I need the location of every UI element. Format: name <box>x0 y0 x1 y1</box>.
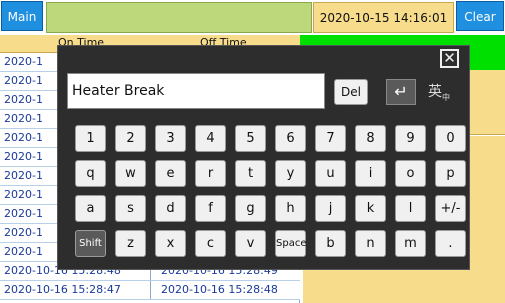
key-k[interactable]: k <box>355 195 386 222</box>
table-row[interactable]: 2020-10-16 15:28:47 2020-10-16 15:28:48 <box>0 281 300 300</box>
language-label: 英 <box>428 84 442 100</box>
key-e[interactable]: e <box>155 160 186 187</box>
key-l[interactable]: l <box>395 195 426 222</box>
key-j[interactable]: j <box>315 195 346 222</box>
key-a[interactable]: a <box>75 195 106 222</box>
key-y[interactable]: y <box>275 160 306 187</box>
key-g[interactable]: g <box>235 195 266 222</box>
key-m[interactable]: m <box>395 230 426 257</box>
key-4[interactable]: 4 <box>195 125 226 152</box>
key-shift[interactable]: Shift <box>75 230 106 257</box>
key-2[interactable]: 2 <box>115 125 146 152</box>
key-z[interactable]: z <box>115 230 146 257</box>
keyboard-text-input[interactable]: Heater Break <box>67 73 325 109</box>
key-8[interactable]: 8 <box>355 125 386 152</box>
key-u[interactable]: u <box>315 160 346 187</box>
key-r[interactable]: r <box>195 160 226 187</box>
delete-button[interactable]: Del <box>334 79 368 105</box>
key-9[interactable]: 9 <box>395 125 426 152</box>
clear-button[interactable]: Clear <box>456 1 504 31</box>
key-v[interactable]: v <box>235 230 266 257</box>
virtual-keyboard: ✕ Heater Break Del ↵ 英中 1234567890 qwerty… <box>57 45 470 270</box>
key-3[interactable]: 3 <box>155 125 186 152</box>
title-strip <box>46 2 312 33</box>
off-time-cell: 2020-10-16 15:28:48 <box>161 283 278 296</box>
key-5[interactable]: 5 <box>235 125 266 152</box>
language-toggle-button[interactable]: 英中 <box>428 80 458 106</box>
key-n[interactable]: n <box>355 230 386 257</box>
key-d[interactable]: d <box>155 195 186 222</box>
key-x[interactable]: x <box>155 230 186 257</box>
key-b[interactable]: b <box>315 230 346 257</box>
key-h[interactable]: h <box>275 195 306 222</box>
key-i[interactable]: i <box>355 160 386 187</box>
key-t[interactable]: t <box>235 160 266 187</box>
key-p[interactable]: p <box>435 160 466 187</box>
key-q[interactable]: q <box>75 160 106 187</box>
key-f[interactable]: f <box>195 195 226 222</box>
key-1[interactable]: 1 <box>75 125 106 152</box>
key-period[interactable]: . <box>435 230 466 257</box>
on-time-cell: 2020-10-16 15:28:47 <box>0 281 151 299</box>
key-o[interactable]: o <box>395 160 426 187</box>
key-space[interactable]: Space <box>275 230 306 257</box>
key-plus-minus[interactable]: +/- <box>435 195 466 222</box>
main-button[interactable]: Main <box>1 1 43 31</box>
key-c[interactable]: c <box>195 230 226 257</box>
key-w[interactable]: w <box>115 160 146 187</box>
key-s[interactable]: s <box>115 195 146 222</box>
key-7[interactable]: 7 <box>315 125 346 152</box>
datetime-display: 2020-10-15 14:16:01 <box>313 2 454 33</box>
close-icon[interactable]: ✕ <box>440 49 459 68</box>
key-6[interactable]: 6 <box>275 125 306 152</box>
key-0[interactable]: 0 <box>435 125 466 152</box>
language-sub-label: 中 <box>442 92 450 102</box>
enter-icon[interactable]: ↵ <box>386 79 416 105</box>
